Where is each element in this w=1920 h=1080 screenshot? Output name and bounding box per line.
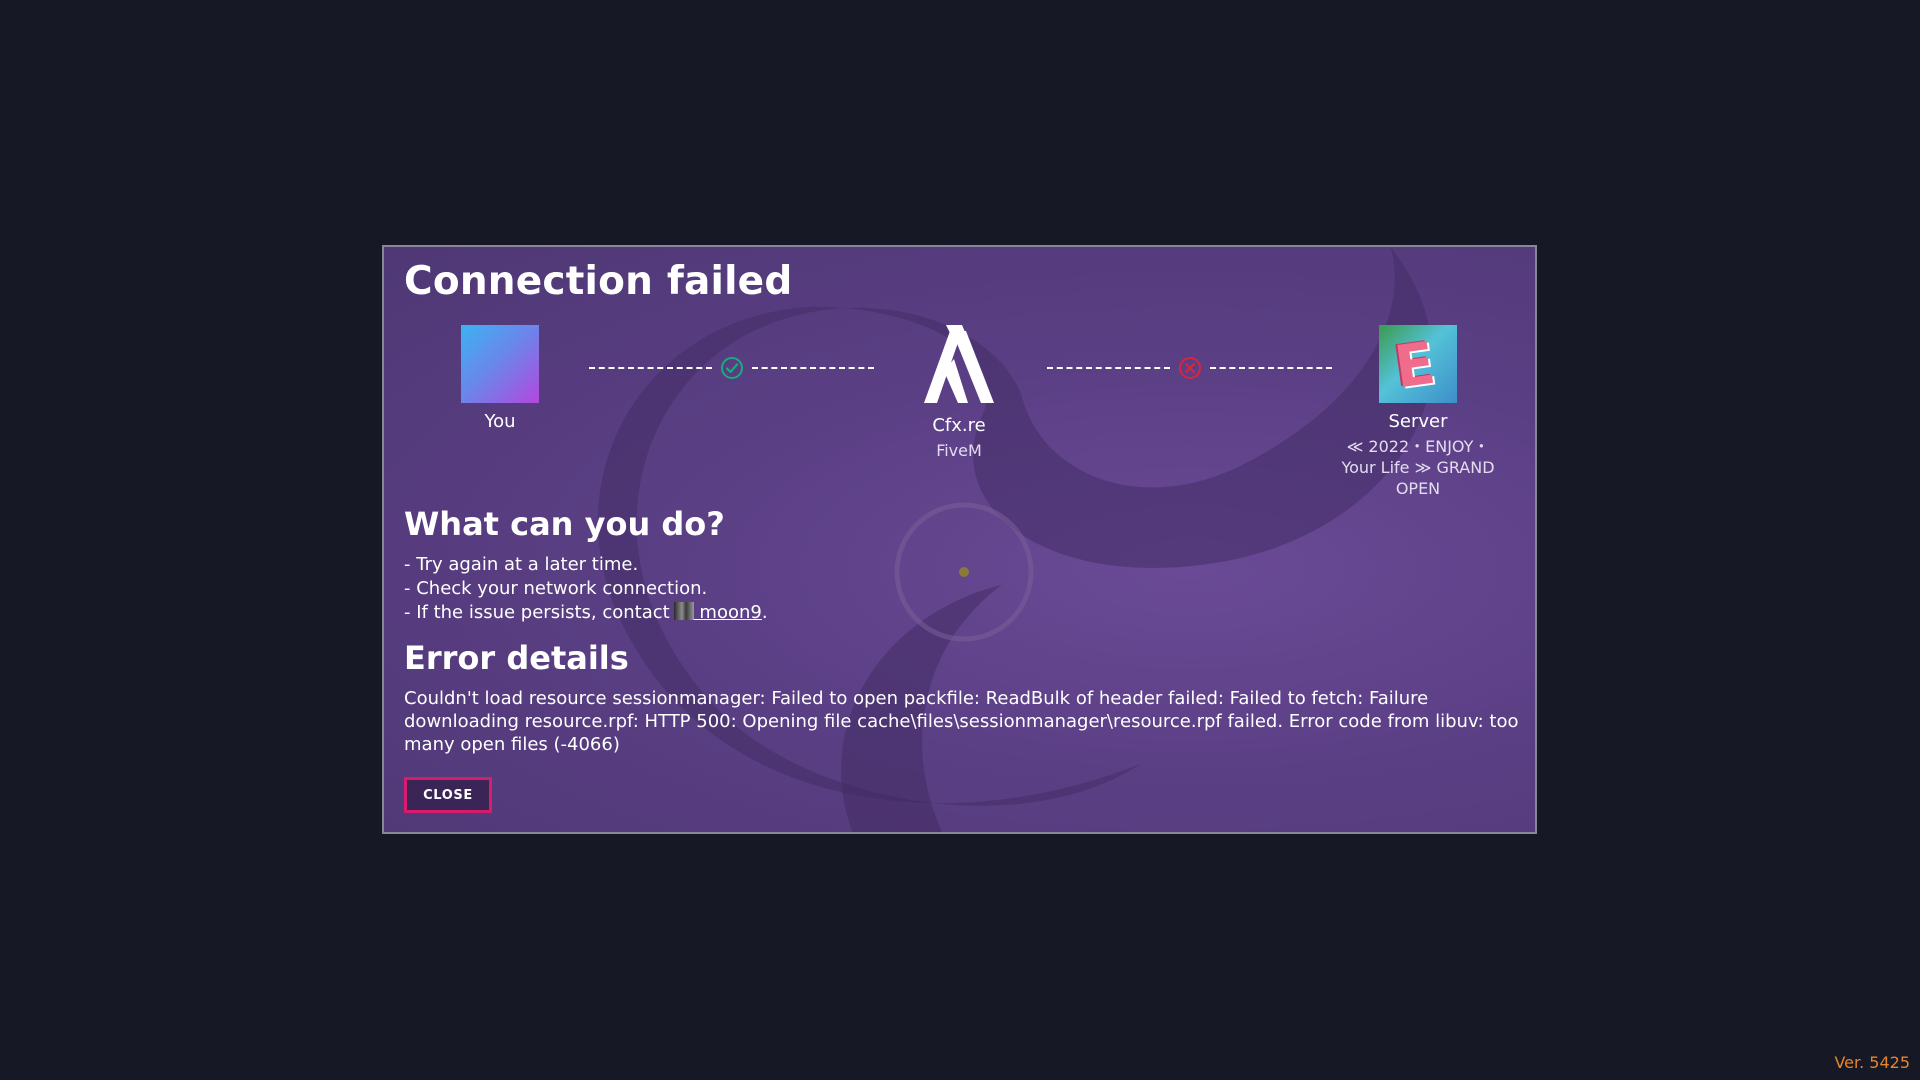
- server-name: ≪ 2022・ENJOY・ Your Life ≫ GRAND OPEN: [1341, 437, 1495, 498]
- loading-spinner-icon: [894, 502, 1034, 642]
- tips-list: - Try again at a later time. - Check you…: [404, 553, 768, 625]
- connection-cfx-server: [1047, 356, 1332, 380]
- contact-avatar: [673, 602, 694, 620]
- x-circle-icon: [1179, 357, 1201, 379]
- dashed-line: [1210, 367, 1332, 369]
- dialog-title: Connection failed: [404, 259, 793, 304]
- node-server: E Server ≪ 2022・ENJOY・ Your Life ≫ GRAND…: [1338, 325, 1498, 499]
- fivem-logo-icon: [924, 325, 994, 403]
- contact-link[interactable]: moon9: [694, 602, 761, 623]
- check-circle-icon: [721, 357, 743, 379]
- what-can-you-do-heading: What can you do?: [404, 505, 725, 543]
- node-you-label: You: [484, 411, 516, 432]
- tip-text: - If the issue persists, contact: [404, 602, 670, 623]
- user-avatar: [461, 325, 539, 403]
- error-message: Couldn't load resource sessionmanager: F…: [404, 688, 1519, 755]
- dashed-line: [589, 367, 712, 369]
- connection-you-cfx: [589, 356, 874, 380]
- tip-suffix: .: [761, 602, 768, 623]
- node-you: You: [420, 325, 580, 432]
- dashed-line: [1047, 367, 1170, 369]
- server-icon: E: [1379, 325, 1457, 403]
- connection-dialog: Connection failed You Cfx.re FiveM E Ser…: [382, 245, 1537, 834]
- tip-item: - Try again at a later time.: [404, 554, 639, 575]
- version-label: Ver. 5425: [1834, 1053, 1910, 1072]
- node-cfx-sublabel: FiveM: [936, 441, 982, 460]
- error-details-heading: Error details: [404, 639, 629, 677]
- node-server-label: Server: [1388, 411, 1448, 432]
- close-button[interactable]: CLOSE: [404, 777, 492, 813]
- node-cfx-label: Cfx.re: [932, 415, 986, 436]
- dashed-line: [752, 367, 874, 369]
- tip-item: - Check your network connection.: [404, 578, 708, 599]
- node-cfx: Cfx.re FiveM: [879, 325, 1039, 461]
- tip-item: - If the issue persists, contact moon9.: [404, 601, 768, 625]
